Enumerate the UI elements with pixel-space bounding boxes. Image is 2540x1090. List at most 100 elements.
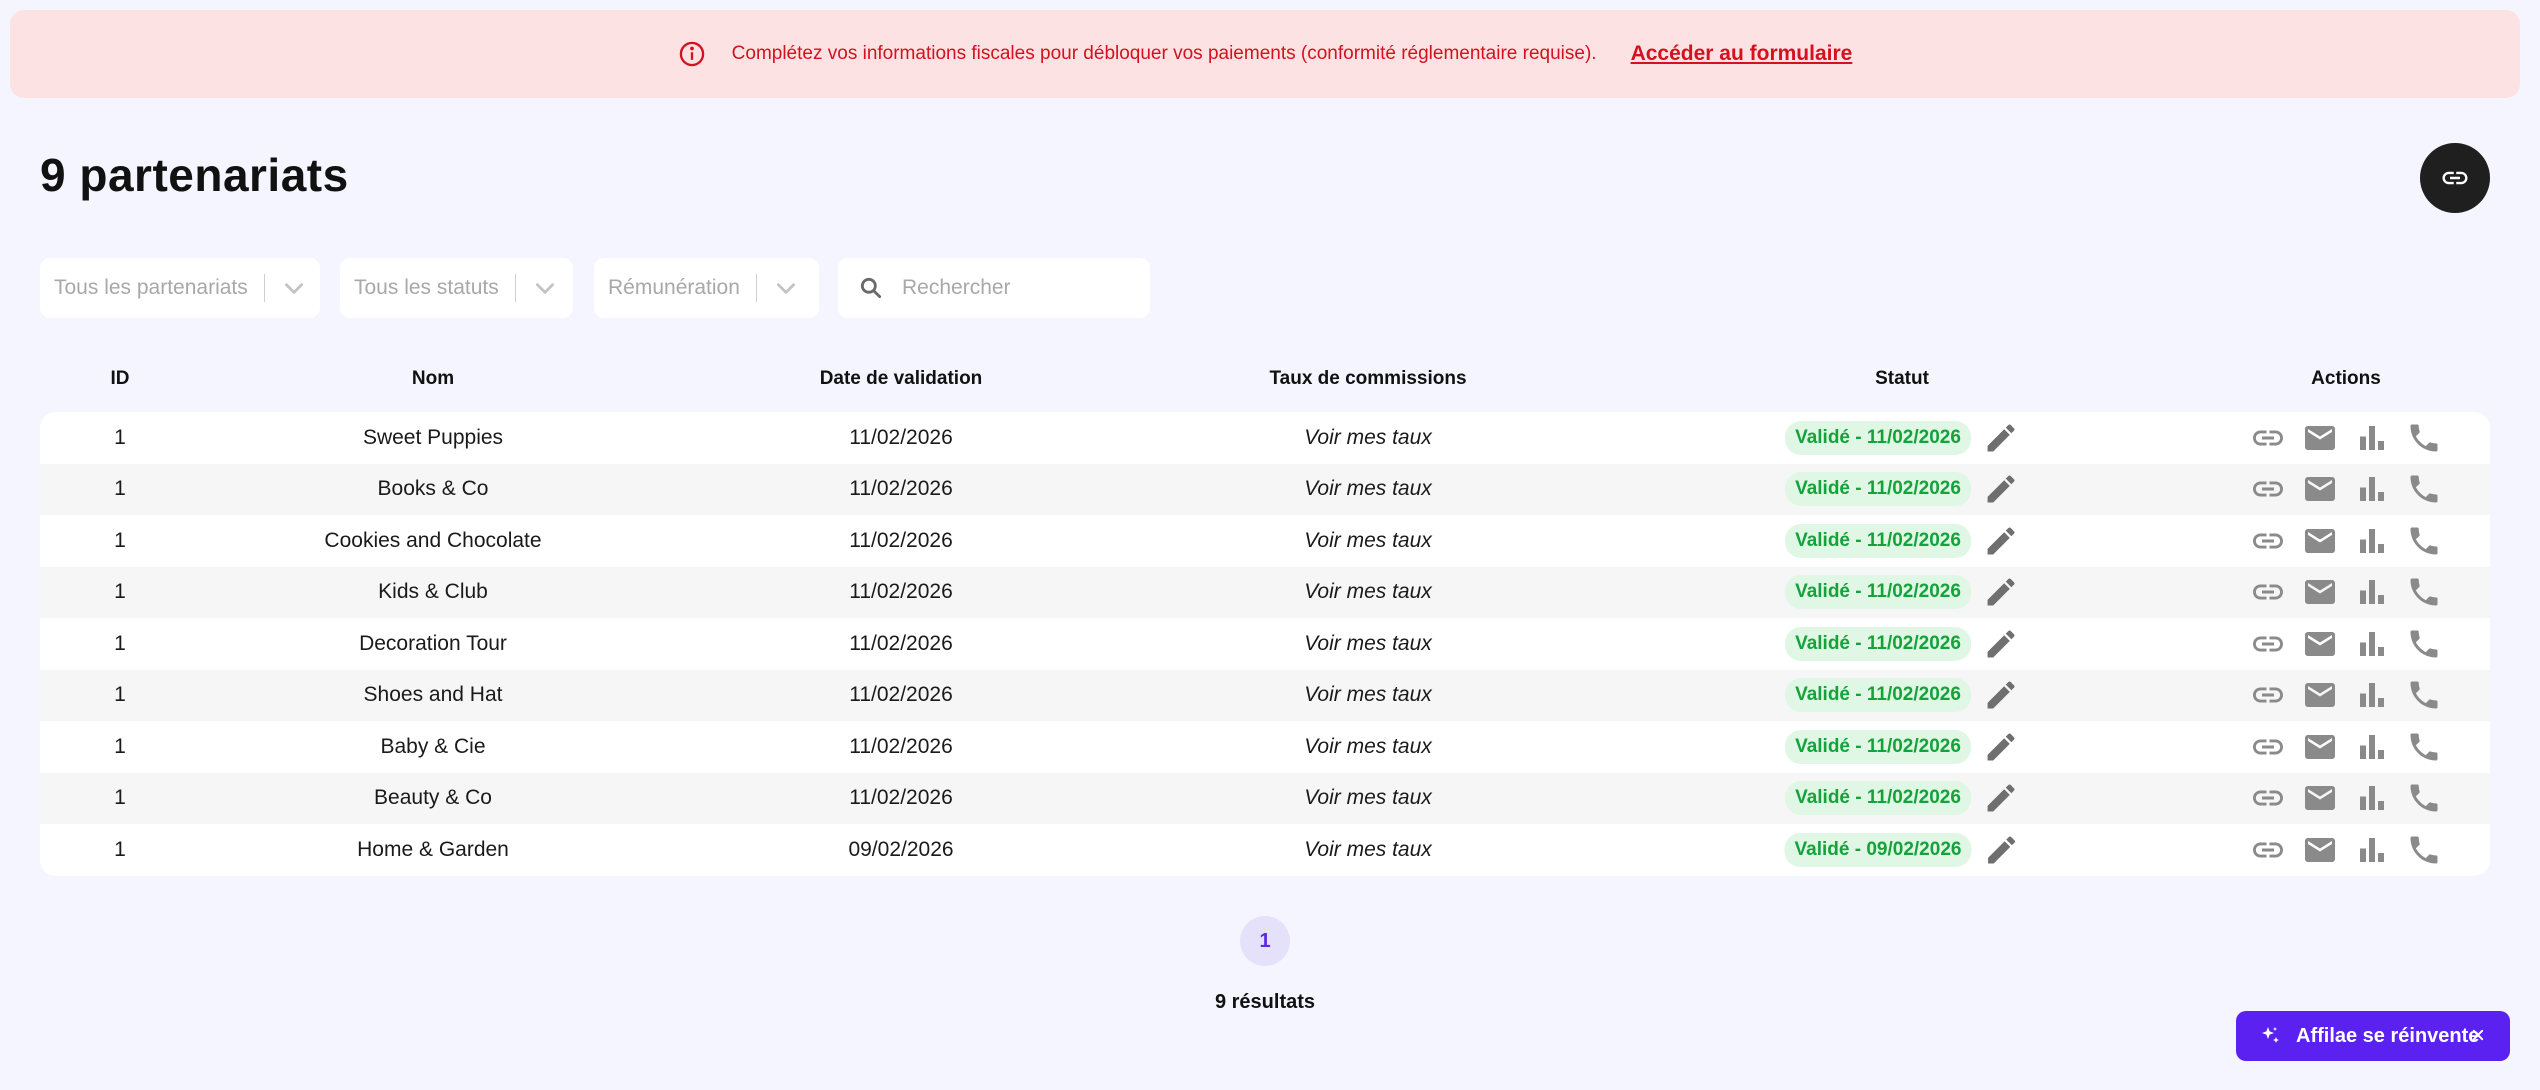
- page: Complétez vos informations fiscales pour…: [0, 0, 2540, 1090]
- remuneration-filter[interactable]: Rémunération: [594, 258, 819, 318]
- pencil-icon[interactable]: [1983, 832, 2019, 868]
- link-icon[interactable]: [2250, 677, 2286, 713]
- row-status: Validé - 09/02/2026: [1784, 832, 2020, 868]
- bar-chart-icon[interactable]: [2354, 677, 2390, 713]
- pencil-icon[interactable]: [1983, 523, 2019, 559]
- link-icon[interactable]: [2250, 574, 2286, 610]
- column-header-rate[interactable]: Taux de commissions: [1269, 368, 1466, 390]
- bar-chart-icon[interactable]: [2354, 780, 2390, 816]
- partnerships-filter-placeholder: Tous les partenariats: [54, 276, 248, 299]
- row-status: Validé - 11/02/2026: [1785, 471, 2019, 507]
- row-actions: [2250, 780, 2442, 816]
- row-status: Validé - 11/02/2026: [1785, 626, 2019, 662]
- link-icon[interactable]: [2250, 780, 2286, 816]
- bar-chart-icon[interactable]: [2354, 574, 2390, 610]
- row-date: 11/02/2026: [849, 683, 953, 707]
- row-rate-link[interactable]: Voir mes taux: [1304, 426, 1432, 450]
- row-rate-link[interactable]: Voir mes taux: [1304, 580, 1432, 604]
- mail-icon[interactable]: [2302, 523, 2338, 559]
- pencil-icon[interactable]: [1983, 626, 2019, 662]
- bar-chart-icon[interactable]: [2354, 729, 2390, 765]
- row-date: 11/02/2026: [849, 580, 953, 604]
- bar-chart-icon[interactable]: [2354, 832, 2390, 868]
- row-name: Cookies and Chocolate: [324, 528, 542, 552]
- mail-icon[interactable]: [2302, 729, 2338, 765]
- page-button-1[interactable]: 1: [1240, 916, 1290, 966]
- phone-icon[interactable]: [2406, 677, 2442, 713]
- row-name: Home & Garden: [357, 837, 509, 861]
- column-header-id[interactable]: ID: [111, 368, 130, 390]
- row-id: 1: [114, 631, 126, 655]
- row-rate-link[interactable]: Voir mes taux: [1304, 529, 1432, 553]
- column-header-status[interactable]: Statut: [1875, 368, 1929, 390]
- row-rate-link[interactable]: Voir mes taux: [1304, 735, 1432, 759]
- mail-icon[interactable]: [2302, 574, 2338, 610]
- pencil-icon[interactable]: [1983, 729, 2019, 765]
- pencil-icon[interactable]: [1983, 420, 2019, 456]
- phone-icon[interactable]: [2406, 832, 2442, 868]
- link-icon[interactable]: [2250, 729, 2286, 765]
- mail-icon[interactable]: [2302, 471, 2338, 507]
- table-row: 1 Kids & Club 11/02/2026 Voir mes taux V…: [40, 566, 2490, 618]
- banner-text: Complétez vos informations fiscales pour…: [731, 43, 1597, 64]
- row-actions: [2250, 677, 2442, 713]
- phone-icon[interactable]: [2406, 523, 2442, 559]
- row-actions: [2250, 420, 2442, 456]
- pencil-icon[interactable]: [1983, 780, 2019, 816]
- banner-form-link[interactable]: Accéder au formulaire: [1631, 42, 1853, 66]
- phone-icon[interactable]: [2406, 626, 2442, 662]
- mail-icon[interactable]: [2302, 626, 2338, 662]
- table-row: 1 Books & Co 11/02/2026 Voir mes taux Va…: [40, 463, 2490, 515]
- link-icon[interactable]: [2250, 626, 2286, 662]
- mail-icon[interactable]: [2302, 780, 2338, 816]
- phone-icon[interactable]: [2406, 574, 2442, 610]
- pencil-icon[interactable]: [1983, 574, 2019, 610]
- row-status: Validé - 11/02/2026: [1785, 677, 2019, 713]
- row-rate-link[interactable]: Voir mes taux: [1304, 838, 1432, 862]
- column-header-name[interactable]: Nom: [412, 368, 454, 390]
- phone-icon[interactable]: [2406, 780, 2442, 816]
- row-rate-link[interactable]: Voir mes taux: [1304, 786, 1432, 810]
- statuses-filter-placeholder: Tous les statuts: [354, 276, 499, 299]
- statuses-filter[interactable]: Tous les statuts: [340, 258, 573, 318]
- bar-chart-icon[interactable]: [2354, 471, 2390, 507]
- close-icon[interactable]: [2468, 1025, 2488, 1045]
- link-icon[interactable]: [2250, 471, 2286, 507]
- row-rate-link[interactable]: Voir mes taux: [1304, 632, 1432, 656]
- table-header: ID Nom Date de validation Taux de commis…: [40, 364, 2490, 396]
- link-icon[interactable]: [2250, 832, 2286, 868]
- status-badge: Validé - 11/02/2026: [1785, 472, 1971, 507]
- table-row: 1 Home & Garden 09/02/2026 Voir mes taux…: [40, 824, 2490, 876]
- row-rate-link[interactable]: Voir mes taux: [1304, 477, 1432, 501]
- mail-icon[interactable]: [2302, 832, 2338, 868]
- create-link-button[interactable]: [2420, 143, 2490, 213]
- pencil-icon[interactable]: [1983, 677, 2019, 713]
- pencil-icon[interactable]: [1983, 471, 2019, 507]
- mail-icon[interactable]: [2302, 677, 2338, 713]
- row-actions: [2250, 832, 2442, 868]
- phone-icon[interactable]: [2406, 471, 2442, 507]
- phone-icon[interactable]: [2406, 420, 2442, 456]
- search-input[interactable]: [902, 276, 1122, 300]
- status-badge: Validé - 11/02/2026: [1785, 523, 1971, 558]
- partnerships-filter[interactable]: Tous les partenariats: [40, 258, 320, 318]
- bar-chart-icon[interactable]: [2354, 523, 2390, 559]
- row-date: 11/02/2026: [849, 425, 953, 449]
- row-rate-link[interactable]: Voir mes taux: [1304, 683, 1432, 707]
- phone-icon[interactable]: [2406, 729, 2442, 765]
- table-row: 1 Shoes and Hat 11/02/2026 Voir mes taux…: [40, 669, 2490, 721]
- row-name: Kids & Club: [378, 580, 488, 604]
- link-icon[interactable]: [2250, 420, 2286, 456]
- bar-chart-icon[interactable]: [2354, 626, 2390, 662]
- bar-chart-icon[interactable]: [2354, 420, 2390, 456]
- link-icon[interactable]: [2250, 523, 2286, 559]
- status-badge: Validé - 11/02/2026: [1785, 626, 1971, 661]
- promo-toast[interactable]: Affilae se réinvente: [2236, 1011, 2510, 1061]
- column-header-date[interactable]: Date de validation: [820, 368, 983, 390]
- row-id: 1: [114, 683, 126, 707]
- row-actions: [2250, 523, 2442, 559]
- row-name: Baby & Cie: [380, 734, 486, 758]
- row-name: Shoes and Hat: [363, 683, 503, 707]
- mail-icon[interactable]: [2302, 420, 2338, 456]
- table-row: 1 Sweet Puppies 11/02/2026 Voir mes taux…: [40, 412, 2490, 464]
